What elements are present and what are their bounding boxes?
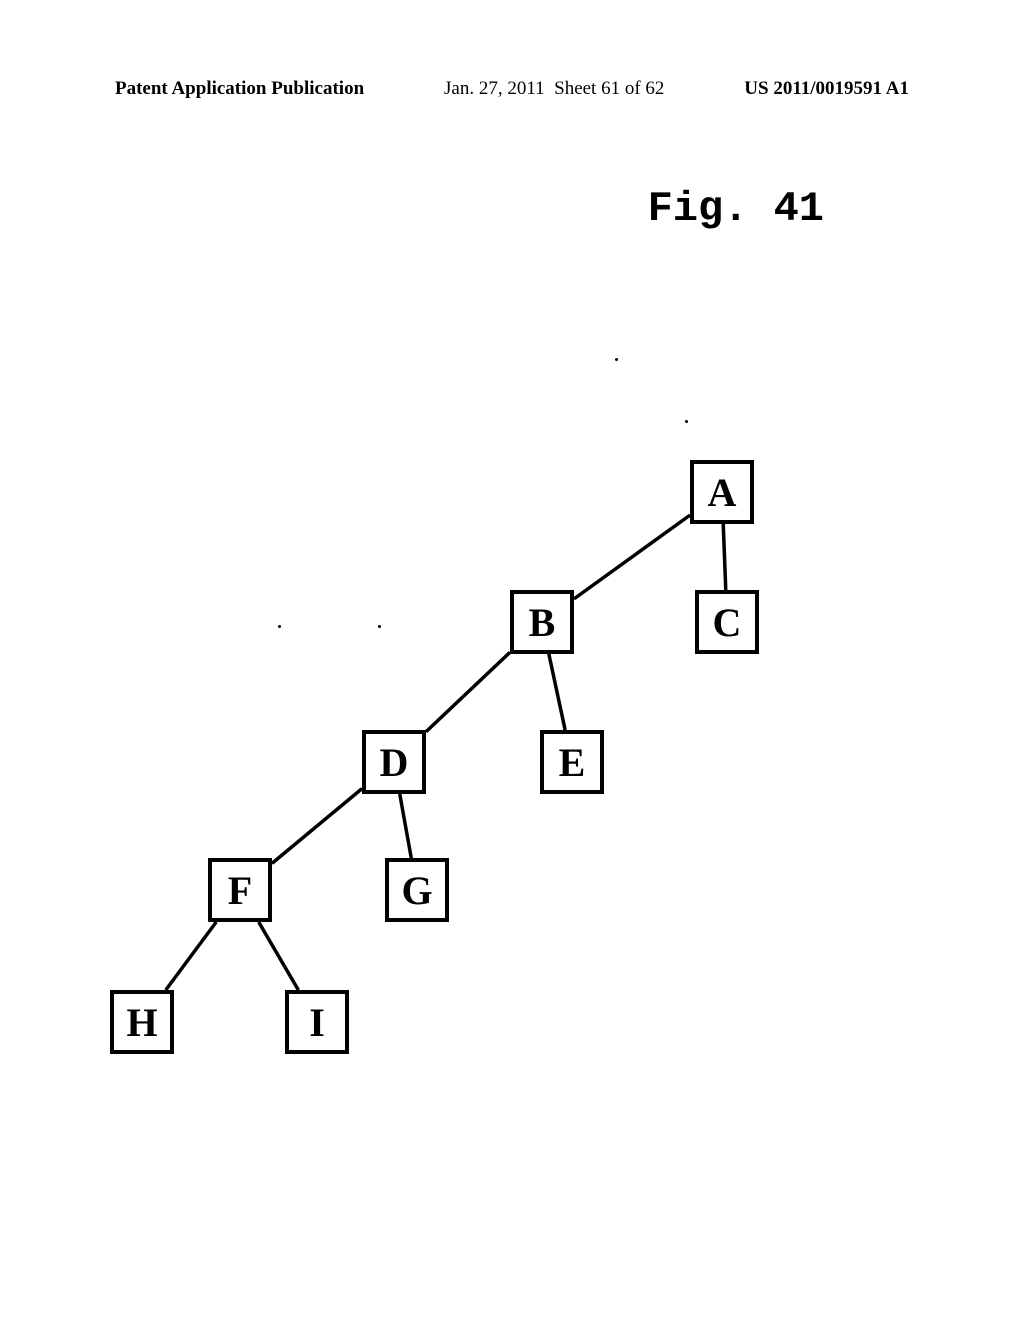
tree-node-d: D <box>362 730 426 794</box>
tree-node-f: F <box>208 858 272 922</box>
header-pub-number: US 2011/0019591 A1 <box>744 78 909 100</box>
tree-edge <box>426 652 510 731</box>
tree-diagram: A B C D E F G H I <box>110 460 810 1060</box>
page-header: Patent Application Publication Jan. 27, … <box>0 78 1024 100</box>
tree-node-e: E <box>540 730 604 794</box>
tree-edge <box>574 515 690 599</box>
tree-node-a: A <box>690 460 754 524</box>
tree-edge <box>549 654 565 730</box>
tree-node-c: C <box>695 590 759 654</box>
tree-node-h: H <box>110 990 174 1054</box>
tree-edge <box>723 524 726 590</box>
tree-node-g: G <box>385 858 449 922</box>
tree-edge <box>272 789 362 864</box>
stray-dot <box>615 358 618 361</box>
header-publication-type: Patent Application Publication <box>115 78 364 100</box>
tree-edge <box>166 922 216 990</box>
tree-node-i: I <box>285 990 349 1054</box>
tree-edge <box>400 794 412 858</box>
tree-edges <box>110 460 810 1060</box>
tree-node-b: B <box>510 590 574 654</box>
figure-title: Fig. 41 <box>648 185 824 233</box>
stray-dot <box>685 420 688 423</box>
header-date-sheet: Jan. 27, 2011 Sheet 61 of 62 <box>444 78 664 100</box>
tree-edge <box>259 922 299 990</box>
